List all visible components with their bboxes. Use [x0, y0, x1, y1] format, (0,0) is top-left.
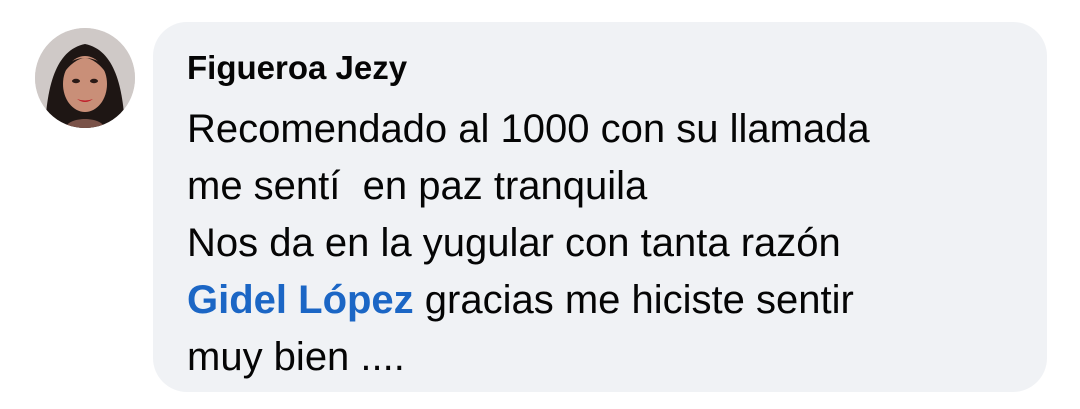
profile-photo-avatar-icon — [35, 28, 135, 128]
comment-text-line-2: me sentí en paz tranquila — [187, 164, 648, 208]
comment-text-line-1: Recomendado al 1000 con su llamada — [187, 107, 870, 151]
comment-text-line-4-rest: gracias me hiciste sentir — [413, 278, 854, 322]
comment-text-line-5: muy bien .... — [187, 335, 405, 379]
comment-row: Figueroa Jezy Recomendado al 1000 con su… — [0, 0, 1080, 409]
comment-author-name[interactable]: Figueroa Jezy — [187, 48, 407, 88]
comment-bubble: Figueroa Jezy Recomendado al 1000 con su… — [153, 22, 1047, 392]
comment-text-line-4: Gidel López gracias me hiciste sentir — [187, 272, 870, 329]
comment-text: Recomendado al 1000 con su llamada me se… — [187, 101, 870, 386]
user-mention-link[interactable]: Gidel López — [187, 278, 414, 322]
comment-text-line-3: Nos da en la yugular con tanta razón — [187, 221, 841, 265]
avatar[interactable] — [35, 28, 135, 128]
